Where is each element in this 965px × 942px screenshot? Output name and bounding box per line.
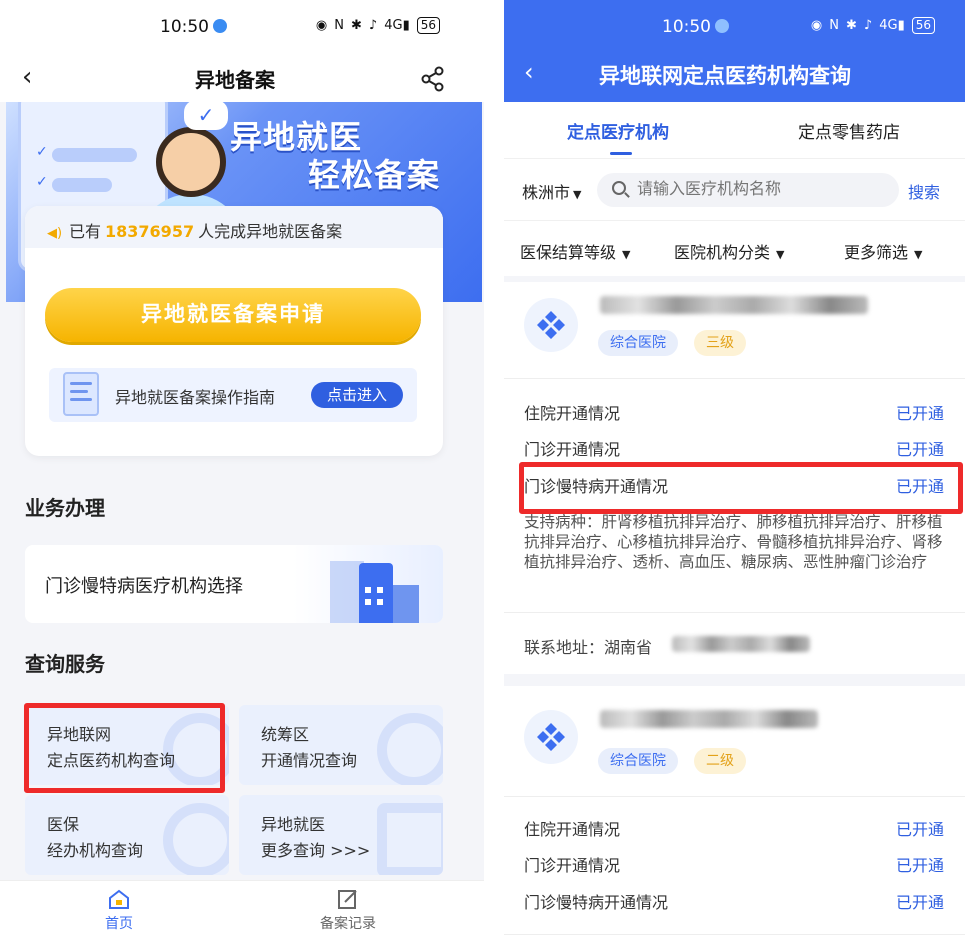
hospital-logo-icon bbox=[524, 298, 578, 352]
nfc-icon: N bbox=[829, 18, 839, 33]
caret-down-icon: ▼ bbox=[573, 188, 582, 201]
nfc-icon: N bbox=[334, 18, 344, 33]
battery-icon: 56 bbox=[416, 17, 440, 34]
city-selector[interactable]: 株洲市 ▼ bbox=[522, 179, 581, 203]
page-title: 异地备案 bbox=[195, 68, 275, 92]
chronic-disease-status-row: 门诊慢特病开通情况 已开通 bbox=[524, 893, 944, 912]
guide-enter-button[interactable]: 点击进入 bbox=[311, 382, 403, 408]
tab-home[interactable]: 首页 bbox=[59, 889, 179, 933]
filter-institution-category[interactable]: 医院机构分类 ▼ bbox=[674, 239, 784, 263]
hospital-name-redacted bbox=[600, 296, 868, 314]
mute-icon: ♪ bbox=[368, 18, 378, 33]
status-time: 10:50 bbox=[160, 17, 209, 37]
search-input[interactable] bbox=[597, 173, 899, 207]
home-icon bbox=[109, 889, 129, 909]
bluetooth-icon: ✱ bbox=[351, 18, 362, 33]
signal-icon: 4G▮ bbox=[384, 18, 410, 33]
caret-down-icon: ▼ bbox=[776, 248, 785, 261]
hospital-logo-icon bbox=[524, 710, 578, 764]
outpatient-status-row: 门诊开通情况 已开通 bbox=[524, 440, 944, 459]
contact-address: 联系地址：湖南省 bbox=[524, 638, 653, 657]
signal-icon: 4G▮ bbox=[879, 18, 905, 33]
filter-settlement-level[interactable]: 医保结算等级 ▼ bbox=[520, 239, 630, 263]
right-screen: 10:50 ◉ N ✱ ♪ 4G▮ 56 ‹ 异地联网定点医药机构查询 定点医疗… bbox=[504, 0, 965, 942]
speaker-icon: ◀) bbox=[47, 226, 63, 241]
top-nav: ‹ 异地备案 bbox=[0, 56, 484, 102]
filter-bar: 医保结算等级 ▼ 医院机构分类 ▼ 更多筛选 ▼ bbox=[504, 220, 965, 276]
hospital-level-tag: 二级 bbox=[694, 748, 746, 774]
caret-down-icon: ▼ bbox=[914, 248, 923, 261]
record-count-number: 18376957 bbox=[105, 222, 195, 241]
page-title: 异地联网定点医药机构查询 bbox=[599, 64, 851, 88]
check-icon: ✓ bbox=[36, 144, 48, 160]
apply-card: ◀) 已有 18376957 人完成异地就医备案 异地就医备案申请 异地就医备案操作指… bbox=[25, 206, 443, 456]
hospital-type-tag: 综合医院 bbox=[598, 748, 678, 774]
wifi-icon bbox=[213, 19, 227, 33]
banner-bar bbox=[52, 148, 137, 162]
record-count: ◀) 已有 18376957 人完成异地就医备案 bbox=[25, 206, 443, 248]
query-insurance-agency[interactable]: 医保 经办机构查询 bbox=[25, 795, 229, 875]
hospital-card[interactable]: 综合医院 二级 住院开通情况 已开通 门诊开通情况 已开通 门诊慢特病开通情况 已开通 bbox=[504, 686, 965, 942]
top-nav: ‹ 异地联网定点医药机构查询 bbox=[504, 46, 965, 102]
tab-retail-pharmacies[interactable]: 定点零售药店 bbox=[798, 118, 900, 143]
inpatient-status-row: 住院开通情况 已开通 bbox=[524, 404, 944, 423]
outpatient-status-row: 门诊开通情况 已开通 bbox=[524, 856, 944, 875]
edit-record-icon bbox=[338, 890, 357, 909]
guide-banner[interactable]: 异地就医备案操作指南 点击进入 bbox=[49, 368, 417, 422]
hospital-level-tag: 三级 bbox=[694, 330, 746, 356]
status-time: 10:50 bbox=[662, 17, 711, 37]
bluetooth-icon: ✱ bbox=[846, 18, 857, 33]
tab-medical-institutions[interactable]: 定点医疗机构 bbox=[567, 118, 669, 143]
search-bar: 株洲市▼ 搜索 bbox=[504, 158, 965, 220]
institution-tabs: 定点医疗机构 定点零售药店 bbox=[504, 102, 965, 158]
status-icons: ◉ N ✱ ♪ 4G▮ 56 bbox=[811, 17, 935, 34]
hospital-name-redacted bbox=[600, 710, 818, 728]
banner-title-line2: 轻松备案 bbox=[308, 156, 441, 194]
status-bar: 10:50 ◉ N ✱ ♪ 4G▮ 56 bbox=[0, 0, 484, 56]
banner-bar bbox=[52, 178, 112, 192]
bottom-tab-bar: 首页 备案记录 bbox=[0, 880, 484, 942]
business-section-title: 业务办理 bbox=[25, 496, 105, 520]
query-section-title: 查询服务 bbox=[25, 652, 105, 676]
query-coordination-area[interactable]: 统筹区 开通情况查询 bbox=[239, 705, 443, 785]
banner-person-icon bbox=[156, 127, 226, 197]
wifi-icon bbox=[715, 19, 729, 33]
filter-more[interactable]: 更多筛选 ▼ bbox=[844, 239, 922, 263]
back-icon[interactable]: ‹ bbox=[524, 58, 534, 86]
outpatient-select-label: 门诊慢特病医疗机构选择 bbox=[45, 576, 243, 597]
inpatient-status-row: 住院开通情况 已开通 bbox=[524, 820, 944, 839]
query-more[interactable]: 异地就医 更多查询 >>> bbox=[239, 795, 443, 875]
battery-icon: 56 bbox=[911, 17, 935, 34]
check-icon: ✓ bbox=[36, 174, 48, 190]
highlight-box bbox=[519, 462, 963, 514]
document-icon bbox=[63, 372, 99, 416]
caret-down-icon: ▼ bbox=[622, 248, 631, 261]
status-icons: ◉ N ✱ ♪ 4G▮ 56 bbox=[316, 17, 440, 34]
hospital-type-tag: 综合医院 bbox=[598, 330, 678, 356]
check-bubble-icon: ✓ bbox=[184, 102, 228, 130]
active-tab-indicator bbox=[610, 152, 632, 155]
search-icon bbox=[612, 181, 626, 195]
share-icon[interactable] bbox=[420, 66, 446, 92]
guide-text: 异地就医备案操作指南 bbox=[115, 388, 276, 407]
address-redacted bbox=[672, 636, 810, 652]
tab-records[interactable]: 备案记录 bbox=[288, 889, 408, 933]
search-button[interactable]: 搜索 bbox=[908, 179, 940, 203]
outpatient-institution-select[interactable]: 门诊慢特病医疗机构选择 bbox=[25, 545, 443, 623]
left-screen: 10:50 ◉ N ✱ ♪ 4G▮ 56 ‹ 异地备案 ✓ ✓ ✓ 异地就医 轻… bbox=[0, 0, 484, 942]
supported-diseases: 支持病种：肝肾移植抗排异治疗、肺移植抗排异治疗、肝移植抗排异治疗、心移植抗排异治… bbox=[524, 513, 943, 571]
apply-button[interactable]: 异地就医备案申请 bbox=[45, 288, 421, 342]
mute-icon: ♪ bbox=[863, 18, 873, 33]
highlight-box bbox=[24, 703, 225, 793]
eye-icon: ◉ bbox=[315, 18, 328, 33]
eye-icon: ◉ bbox=[810, 18, 823, 33]
